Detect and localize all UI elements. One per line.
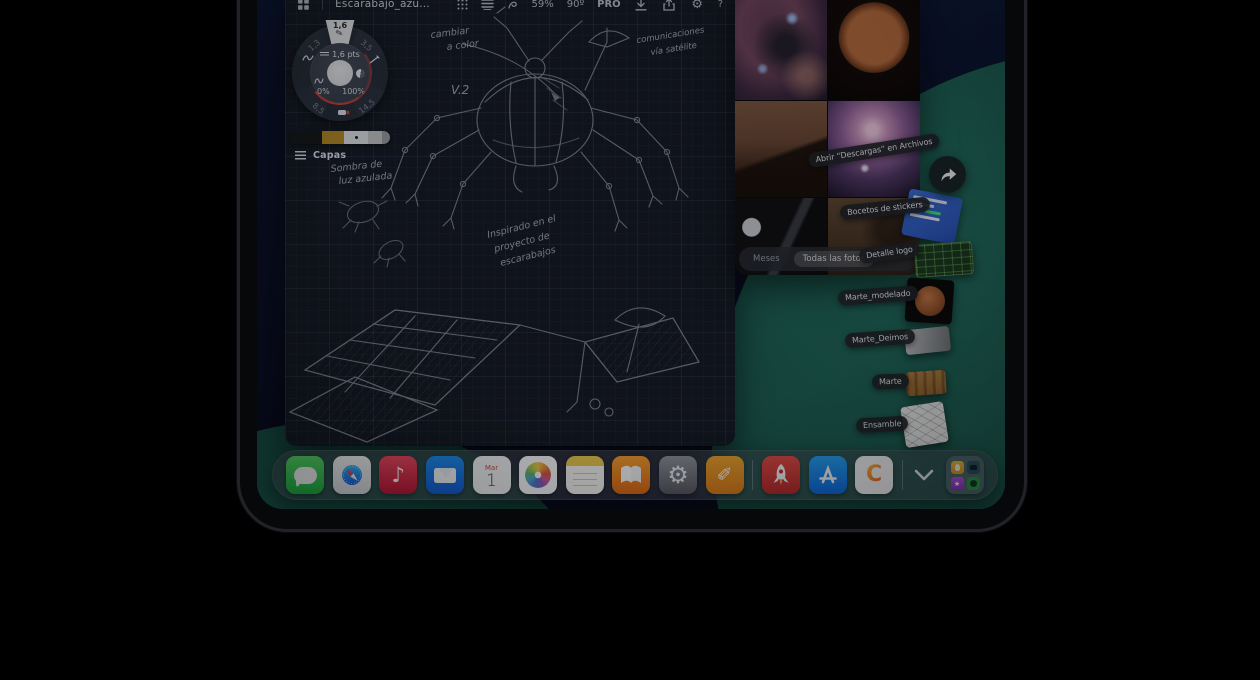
selected-pen-icon: ✎: [335, 29, 345, 40]
settings-app-icon[interactable]: ⚙: [659, 456, 697, 494]
compass-icon: [338, 461, 366, 489]
zoom-level[interactable]: 59%: [531, 0, 553, 10]
photos-app-window: Meses Todas las fotos: [735, 0, 920, 275]
settings-gear-icon[interactable]: ⚙: [690, 0, 705, 12]
music-note-icon: ♪: [392, 463, 405, 487]
toolbar-divider: [322, 0, 323, 10]
music-app-icon[interactable]: ♪: [379, 456, 417, 494]
export-share-icon[interactable]: [662, 0, 677, 12]
calendar-day: 1: [486, 472, 497, 490]
app-library-icon[interactable]: ★: [946, 456, 984, 494]
layers-panel-title: Capas: [313, 150, 346, 161]
dots-grid-icon[interactable]: [456, 0, 469, 12]
dock-divider: [902, 460, 903, 490]
rotation-angle[interactable]: 90º: [567, 0, 584, 10]
mini-camera-icon: [967, 461, 980, 474]
annotation-change-color-1: cambiar: [430, 25, 471, 41]
thumb-tan-mars-map[interactable]: [905, 370, 947, 397]
gear-icon: ⚙: [667, 461, 689, 489]
mini-green-icon: [967, 477, 980, 490]
mail-app-icon[interactable]: [426, 456, 464, 494]
calendar-app-icon[interactable]: Mar 1: [473, 456, 511, 494]
c-letter-icon: C: [866, 464, 882, 486]
thumb-blue-sticker-sheet[interactable]: [901, 188, 963, 244]
layers-lines-icon[interactable]: [481, 0, 494, 12]
tab-meses[interactable]: Meses: [753, 254, 780, 264]
scene: cambiar a color comunicaciones vía satél…: [0, 0, 1260, 680]
swatch-white-selected[interactable]: [344, 131, 368, 144]
tool-wheel[interactable]: 1,3 3,5 8,5 14,5 1,6 ✎: [292, 25, 388, 121]
appstore-a-icon: [816, 463, 840, 487]
dock: ♪ Mar 1 ⚙ ✐: [272, 450, 998, 500]
import-icon[interactable]: [634, 0, 649, 12]
drag-label[interactable]: Ensamble: [856, 416, 909, 434]
tool-wheel-center[interactable]: 1,6 pts 0% 100%: [310, 43, 370, 103]
open-book-icon: [619, 464, 643, 486]
opacity-max-label: 100%: [342, 87, 365, 96]
sticker-text-line: [925, 210, 941, 216]
color-swatch-bar: [290, 131, 390, 144]
forward-arrow-icon: [938, 166, 958, 184]
toolbar-right-group: 59% 90º PRO ⚙ ?: [531, 0, 723, 12]
dock-divider: [752, 460, 753, 490]
photo-mars-landscape[interactable]: [735, 101, 827, 197]
document-title[interactable]: Escarabajo_azu...: [335, 0, 430, 10]
canvas-toolbar: Escarabajo_azu... 59% 90º PRO: [285, 0, 735, 14]
rocket-icon: [769, 462, 793, 488]
speech-bubble-icon: [294, 467, 317, 484]
swatch-lightgray[interactable]: [368, 131, 382, 144]
ipad-screen: cambiar a color comunicaciones vía satél…: [257, 0, 1005, 509]
app-store-icon[interactable]: [809, 456, 847, 494]
stroke-lines-icon: [320, 52, 329, 57]
drawing-app-window: cambiar a color comunicaciones vía satél…: [285, 0, 735, 446]
drag-label[interactable]: Marte: [872, 373, 909, 389]
safari-app-icon[interactable]: [333, 456, 371, 494]
messages-app-icon[interactable]: [286, 456, 324, 494]
books-app-icon[interactable]: [612, 456, 650, 494]
pencil-icon: ✐: [717, 464, 733, 486]
rocket-app-icon[interactable]: [762, 456, 800, 494]
photo-horsehead-nebula[interactable]: [735, 0, 827, 100]
chevron-down-icon[interactable]: [911, 462, 937, 488]
annotation-change-color-2: a color: [446, 38, 480, 53]
mini-lightbulb-icon: [951, 461, 964, 474]
swatch-black[interactable]: [290, 131, 322, 144]
brush-preview-circle[interactable]: [327, 60, 353, 86]
notes-app-icon[interactable]: [566, 456, 604, 494]
drag-action-badge[interactable]: [929, 156, 966, 193]
ipad-device: cambiar a color comunicaciones vía satél…: [237, 0, 1027, 532]
layers-menu-icon: [295, 151, 306, 160]
annotation-version: V.2: [451, 83, 469, 97]
sketch-pen-app-icon[interactable]: ✐: [706, 456, 744, 494]
smoothing-icon: [314, 70, 324, 78]
swatch-gold[interactable]: [322, 131, 344, 144]
layers-panel-header[interactable]: Capas: [295, 150, 346, 161]
help-button[interactable]: ?: [718, 0, 723, 10]
thumb-mars-3d-render[interactable]: [905, 277, 955, 324]
mini-star-icon: ★: [951, 477, 964, 490]
photos-app-icon[interactable]: [519, 456, 557, 494]
workspace-grid-icon[interactable]: [297, 0, 310, 12]
stroke-size-value: 1,6 pts: [310, 50, 370, 59]
note-lines-icon: [573, 473, 597, 487]
lasso-icon[interactable]: [506, 0, 519, 12]
thumb-green-grid-sticker[interactable]: [914, 241, 974, 278]
pro-button[interactable]: PRO: [597, 0, 621, 10]
opacity-icon: [356, 69, 365, 78]
envelope-icon: [434, 468, 456, 483]
c-app-icon[interactable]: C: [855, 456, 893, 494]
photo-mars-globe[interactable]: [828, 0, 920, 100]
marker-tool-icon[interactable]: [337, 108, 350, 120]
opacity-min-label: 0%: [317, 87, 330, 96]
flower-icon: [525, 462, 551, 488]
